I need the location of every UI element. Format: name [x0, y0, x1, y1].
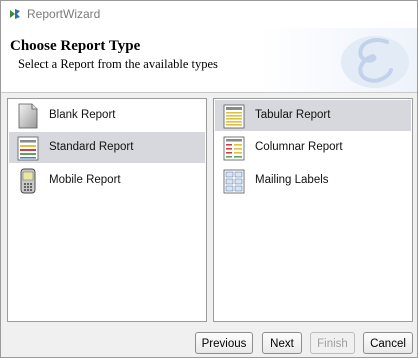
page-title: Choose Report Type — [10, 38, 141, 54]
previous-button[interactable]: Previous — [195, 332, 253, 354]
list-item-label: Tabular Report — [255, 109, 331, 121]
list-item-columnar-report[interactable]: Columnar Report — [215, 132, 411, 163]
list-item-label: Mailing Labels — [255, 174, 329, 186]
wizard-header: Choose Report Type Select a Report from … — [1, 28, 417, 93]
list-item-label: Mobile Report — [49, 174, 121, 186]
decorative-logo-icon — [341, 36, 409, 88]
list-item-mailing-labels[interactable]: Mailing Labels — [215, 165, 411, 196]
columnar-report-icon — [223, 136, 245, 161]
report-category-list: Blank Report Standard Report Mobile Repo… — [7, 98, 207, 322]
standard-report-icon — [17, 136, 39, 161]
tabular-report-icon — [223, 104, 245, 129]
app-icon — [10, 9, 20, 19]
title-bar: ReportWizard — [1, 1, 417, 28]
list-item-blank-report[interactable]: Blank Report — [9, 100, 205, 131]
list-item-label: Standard Report — [49, 141, 134, 153]
window-title: ReportWizard — [27, 7, 101, 21]
list-item-tabular-report[interactable]: Tabular Report — [215, 100, 411, 131]
report-wizard-window: ReportWizard Choose Report Type Select a… — [0, 0, 418, 358]
report-type-list: Tabular Report Columnar Report Mailing L… — [213, 98, 413, 322]
list-item-label: Columnar Report — [255, 141, 343, 153]
mobile-report-icon — [20, 168, 36, 194]
finish-button[interactable]: Finish — [310, 332, 355, 354]
list-item-mobile-report[interactable]: Mobile Report — [9, 165, 205, 196]
list-item-label: Blank Report — [49, 109, 116, 121]
cancel-button[interactable]: Cancel — [363, 332, 413, 354]
next-button[interactable]: Next — [262, 332, 302, 354]
list-item-standard-report[interactable]: Standard Report — [9, 132, 205, 163]
page-subtitle: Select a Report from the available types — [18, 57, 218, 71]
mailing-labels-icon — [223, 169, 245, 194]
blank-report-icon — [18, 103, 38, 129]
